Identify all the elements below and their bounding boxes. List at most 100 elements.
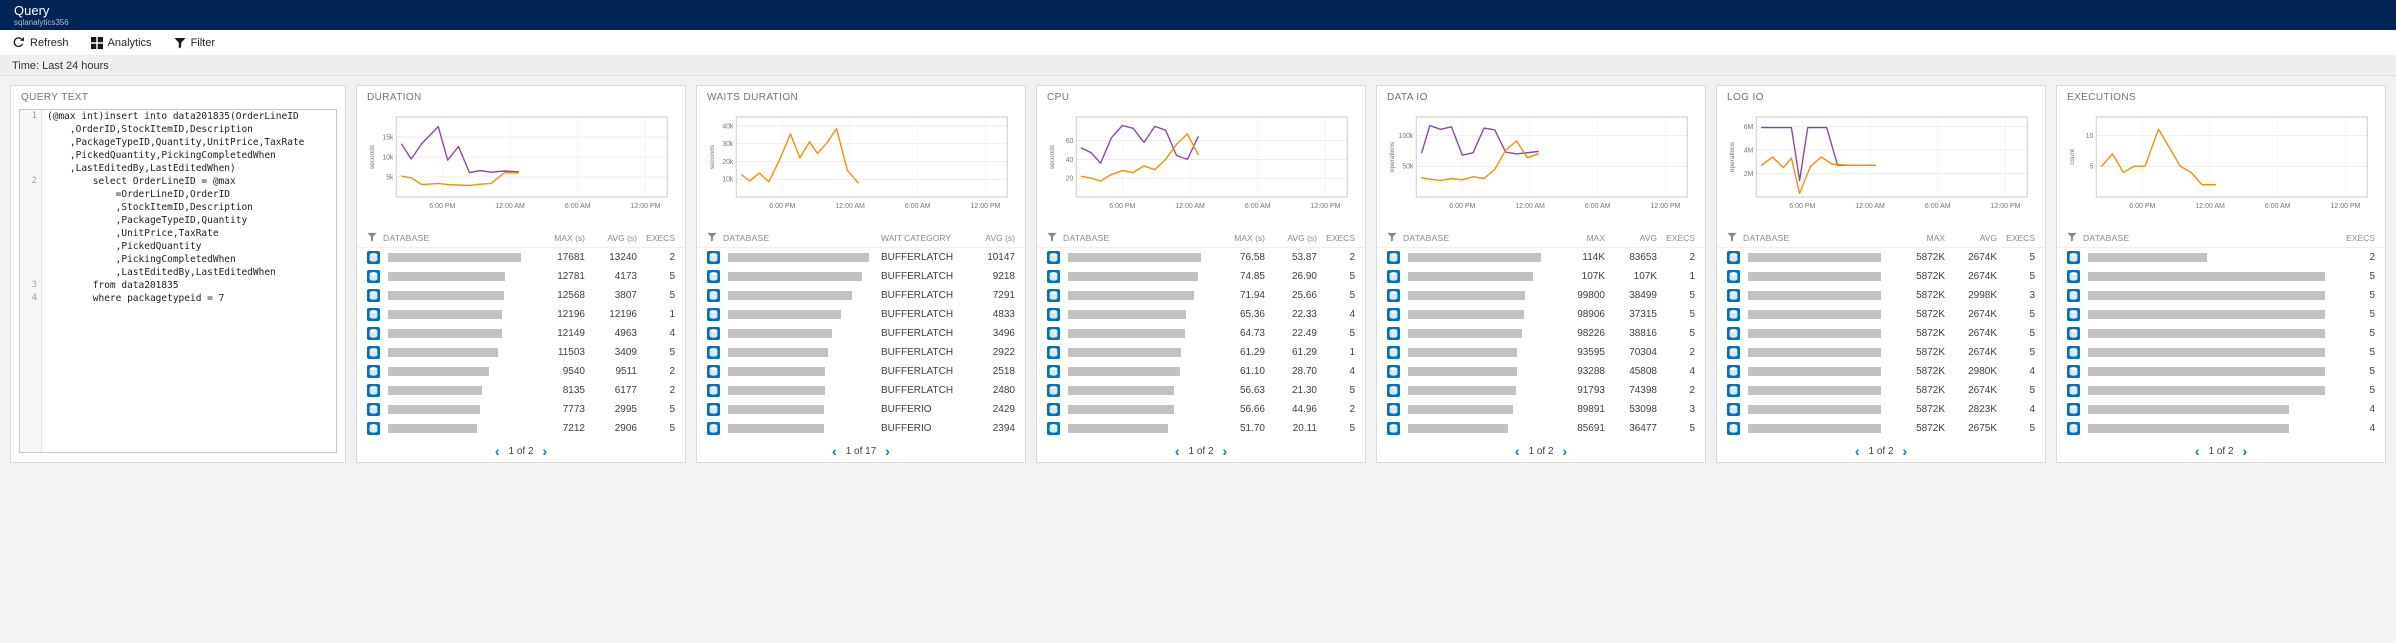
column-header-database[interactable]: DATABASE bbox=[1063, 233, 1110, 243]
table-row[interactable]: 17681132402 bbox=[357, 248, 685, 267]
table-row[interactable]: 65.3622.334 bbox=[1037, 305, 1365, 324]
prev-page-button[interactable]: ‹ bbox=[2195, 444, 2200, 458]
table-row[interactable]: 5 bbox=[2057, 305, 2385, 324]
column-header[interactable]: AVG (s) bbox=[969, 233, 1015, 243]
table-row[interactable]: 91793743982 bbox=[1377, 381, 1705, 400]
column-header[interactable]: AVG bbox=[1945, 233, 1997, 243]
column-header[interactable]: AVG bbox=[1605, 233, 1657, 243]
column-header[interactable]: EXECS bbox=[1317, 233, 1355, 243]
next-page-button[interactable]: › bbox=[543, 444, 548, 458]
table-row[interactable]: 5872K2674K5 bbox=[1717, 248, 2045, 267]
filter-button[interactable]: Filter bbox=[174, 37, 215, 49]
column-header[interactable]: AVG (s) bbox=[585, 233, 637, 243]
analytics-button[interactable]: Analytics bbox=[91, 37, 152, 49]
query-code[interactable]: 1(@max int)insert into data201835(OrderL… bbox=[19, 109, 337, 453]
prev-page-button[interactable]: ‹ bbox=[1515, 444, 1520, 458]
column-header[interactable]: EXECS bbox=[1997, 233, 2035, 243]
table-row[interactable]: 12196121961 bbox=[357, 305, 685, 324]
table-row[interactable]: 5872K2674K5 bbox=[1717, 305, 2045, 324]
column-header[interactable]: AVG (s) bbox=[1265, 233, 1317, 243]
column-header[interactable]: MAX (s) bbox=[529, 233, 585, 243]
table-row[interactable]: 5872K2674K5 bbox=[1717, 267, 2045, 286]
table-row[interactable]: BUFFERIO2429 bbox=[697, 400, 1025, 419]
table-row[interactable]: BUFFERLATCH2480 bbox=[697, 381, 1025, 400]
prev-page-button[interactable]: ‹ bbox=[495, 444, 500, 458]
grid-filter-icon[interactable] bbox=[1047, 232, 1057, 244]
grid-filter-icon[interactable] bbox=[1387, 232, 1397, 244]
column-header[interactable]: MAX bbox=[1889, 233, 1945, 243]
next-page-button[interactable]: › bbox=[1563, 444, 1568, 458]
table-row[interactable]: 1150334095 bbox=[357, 343, 685, 362]
table-row[interactable]: 4 bbox=[2057, 419, 2385, 438]
prev-page-button[interactable]: ‹ bbox=[832, 444, 837, 458]
next-page-button[interactable]: › bbox=[885, 444, 890, 458]
table-row[interactable]: BUFFERLATCH3496 bbox=[697, 324, 1025, 343]
grid-filter-icon[interactable] bbox=[367, 232, 377, 244]
table-row[interactable]: 2 bbox=[2057, 248, 2385, 267]
table-row[interactable]: 89891530983 bbox=[1377, 400, 1705, 419]
table-row[interactable]: 1214949634 bbox=[357, 324, 685, 343]
table-row[interactable]: BUFFERLATCH4833 bbox=[697, 305, 1025, 324]
column-header-database[interactable]: DATABASE bbox=[1743, 233, 1790, 243]
table-row[interactable]: 5872K2674K5 bbox=[1717, 324, 2045, 343]
refresh-button[interactable]: Refresh bbox=[12, 36, 69, 49]
table-row[interactable]: 5 bbox=[2057, 381, 2385, 400]
next-page-button[interactable]: › bbox=[1903, 444, 1908, 458]
table-row[interactable]: BUFFERLATCH7291 bbox=[697, 286, 1025, 305]
table-row[interactable]: 5 bbox=[2057, 362, 2385, 381]
column-header-database[interactable]: DATABASE bbox=[2083, 233, 2130, 243]
table-row[interactable]: 61.2961.291 bbox=[1037, 343, 1365, 362]
prev-page-button[interactable]: ‹ bbox=[1855, 444, 1860, 458]
table-row[interactable]: 61.1028.704 bbox=[1037, 362, 1365, 381]
column-header[interactable]: MAX bbox=[1549, 233, 1605, 243]
table-row[interactable]: 114K836532 bbox=[1377, 248, 1705, 267]
grid-filter-icon[interactable] bbox=[2067, 232, 2077, 244]
column-header[interactable]: MAX (s) bbox=[1209, 233, 1265, 243]
table-row[interactable]: 5872K2998K3 bbox=[1717, 286, 2045, 305]
table-row[interactable]: 93595703042 bbox=[1377, 343, 1705, 362]
column-header-database[interactable]: DATABASE bbox=[383, 233, 430, 243]
column-header[interactable]: EXECS bbox=[637, 233, 675, 243]
table-row[interactable]: BUFFERLATCH10147 bbox=[697, 248, 1025, 267]
table-row[interactable]: BUFFERLATCH2922 bbox=[697, 343, 1025, 362]
table-row[interactable]: 5872K2674K5 bbox=[1717, 343, 2045, 362]
table-row[interactable]: 1256838075 bbox=[357, 286, 685, 305]
table-row[interactable]: 5872K2674K5 bbox=[1717, 381, 2045, 400]
column-header-database[interactable]: DATABASE bbox=[723, 233, 770, 243]
table-row[interactable]: 5872K2823K4 bbox=[1717, 400, 2045, 419]
table-row[interactable]: 99800384995 bbox=[1377, 286, 1705, 305]
table-row[interactable]: 51.7020.115 bbox=[1037, 419, 1365, 438]
table-row[interactable]: 5 bbox=[2057, 267, 2385, 286]
table-row[interactable]: BUFFERLATCH2518 bbox=[697, 362, 1025, 381]
table-row[interactable]: 5 bbox=[2057, 324, 2385, 343]
table-row[interactable]: 85691364775 bbox=[1377, 419, 1705, 438]
table-row[interactable]: 56.6644.962 bbox=[1037, 400, 1365, 419]
next-page-button[interactable]: › bbox=[2243, 444, 2248, 458]
table-row[interactable]: 98906373155 bbox=[1377, 305, 1705, 324]
table-row[interactable]: 5872K2675K5 bbox=[1717, 419, 2045, 438]
table-row[interactable]: 1278141735 bbox=[357, 267, 685, 286]
next-page-button[interactable]: › bbox=[1223, 444, 1228, 458]
table-row[interactable]: BUFFERIO2394 bbox=[697, 419, 1025, 438]
table-row[interactable]: 74.8526.905 bbox=[1037, 267, 1365, 286]
table-row[interactable]: 64.7322.495 bbox=[1037, 324, 1365, 343]
table-row[interactable]: BUFFERLATCH9218 bbox=[697, 267, 1025, 286]
grid-filter-icon[interactable] bbox=[707, 232, 717, 244]
table-row[interactable]: 4 bbox=[2057, 400, 2385, 419]
table-row[interactable]: 777329955 bbox=[357, 400, 685, 419]
column-header[interactable]: EXECS bbox=[1657, 233, 1695, 243]
table-row[interactable]: 93288458084 bbox=[1377, 362, 1705, 381]
column-header-database[interactable]: DATABASE bbox=[1403, 233, 1450, 243]
table-row[interactable]: 813561772 bbox=[357, 381, 685, 400]
column-header[interactable]: WAIT CATEGORY bbox=[877, 233, 969, 243]
column-header[interactable]: EXECS bbox=[2333, 233, 2375, 243]
table-row[interactable]: 721229065 bbox=[357, 419, 685, 438]
table-row[interactable]: 5 bbox=[2057, 286, 2385, 305]
prev-page-button[interactable]: ‹ bbox=[1175, 444, 1180, 458]
table-row[interactable]: 5 bbox=[2057, 343, 2385, 362]
table-row[interactable]: 71.9425.665 bbox=[1037, 286, 1365, 305]
table-row[interactable]: 98226388165 bbox=[1377, 324, 1705, 343]
grid-filter-icon[interactable] bbox=[1727, 232, 1737, 244]
table-row[interactable]: 56.6321.305 bbox=[1037, 381, 1365, 400]
table-row[interactable]: 107K107K1 bbox=[1377, 267, 1705, 286]
